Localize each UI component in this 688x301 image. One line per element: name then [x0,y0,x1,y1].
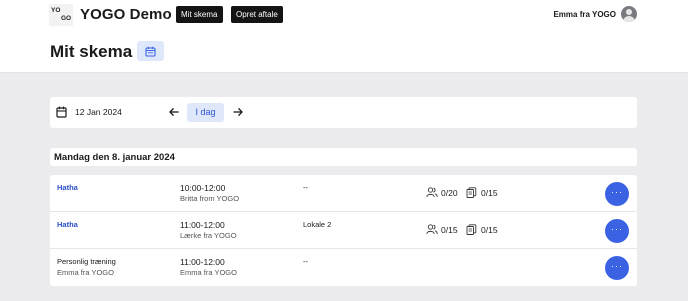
class-teacher: Britta from YOGO [180,194,240,203]
top-bar: YO GO YOGO Demo Mit skema Opret aftale E… [0,0,688,30]
day-heading-text: Mandag den 8. januar 2024 [54,152,175,163]
class-name-link[interactable]: Hatha [57,183,78,192]
page-header: Mit skema [0,30,688,73]
more-options-button[interactable]: ··· [605,182,629,206]
class-row[interactable]: Hatha 11:00-12:00 Lærke fra YOGO Lokale … [50,212,637,249]
class-teacher: Lærke fra YOGO [180,231,237,240]
arrow-left-icon[interactable] [168,106,180,118]
users-icon [426,224,438,235]
nav-create-appointment-button[interactable]: Opret aftale [231,6,283,23]
class-list: Hatha 10:00-12:00 Britta from YOGO -- 0/… [50,175,637,286]
signup-count-text: 0/20 [441,188,458,198]
yogo-logo[interactable]: YO GO [49,4,73,26]
avatar-head-shape [626,9,632,15]
class-time: 10:00-12:00 [180,183,226,193]
class-teacher: Emma fra YOGO [180,268,237,277]
avatar[interactable] [621,6,637,22]
waitlist-count-text: 0/15 [481,188,498,198]
appointment-client: Emma fra YOGO [57,268,114,277]
clipboard-icon [466,187,477,198]
class-room: Lokale 2 [303,220,332,229]
selected-date[interactable]: 12 Jan 2024 [75,107,122,117]
calendar-icon [145,46,156,57]
class-room: -- [303,183,308,192]
nav-my-schedule-button[interactable]: Mit skema [176,6,223,23]
signup-count-text: 0/15 [441,225,458,235]
today-button[interactable]: I dag [187,103,224,122]
waitlist-count-text: 0/15 [481,225,498,235]
brand-name: YOGO Demo [80,6,172,23]
user-name[interactable]: Emma fra YOGO [553,10,616,19]
appointment-name: Personlig træning [57,257,116,266]
date-navigation: 12 Jan 2024 I dag [50,97,637,128]
logo-text-top: YO [51,7,61,14]
avatar-body-shape [623,16,635,22]
arrow-right-icon[interactable] [232,106,244,118]
clipboard-icon [466,224,477,235]
class-time: 11:00-12:00 [180,220,225,230]
class-row[interactable]: Personlig træning Emma fra YOGO 11:00-12… [50,249,637,286]
class-room: -- [303,257,308,266]
more-options-button[interactable]: ··· [605,256,629,280]
class-time: 11:00-12:00 [180,257,225,267]
class-name-link[interactable]: Hatha [57,220,78,229]
class-row[interactable]: Hatha 10:00-12:00 Britta from YOGO -- 0/… [50,175,637,212]
users-icon [426,187,438,198]
calendar-button[interactable] [137,41,164,61]
more-options-button[interactable]: ··· [605,219,629,243]
calendar-icon[interactable] [56,106,67,118]
day-heading: Mandag den 8. januar 2024 [50,148,637,166]
logo-text-bottom: GO [61,15,72,22]
page-title: Mit skema [50,42,133,61]
